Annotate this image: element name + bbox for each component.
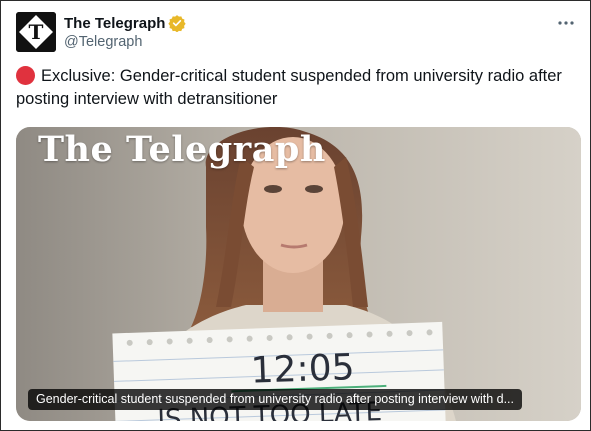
telegraph-masthead: The Telegraph bbox=[38, 129, 326, 170]
telegraph-logo-icon: T bbox=[16, 12, 56, 52]
avatar-letter: T bbox=[29, 20, 44, 44]
tweet-header: T The Telegraph @Telegraph bbox=[16, 12, 578, 54]
avatar[interactable]: T bbox=[16, 12, 56, 52]
tweet-body: Exclusive: Gender-critical student suspe… bbox=[16, 67, 562, 108]
verified-badge-icon bbox=[168, 15, 187, 32]
tweet-media-image[interactable]: 12:05 IS NOT TOO LATE The Telegraph Gend… bbox=[16, 127, 581, 421]
tweet-text: Exclusive: Gender-critical student suspe… bbox=[16, 65, 576, 111]
name-row: The Telegraph bbox=[64, 14, 187, 32]
account-handle[interactable]: @Telegraph bbox=[64, 34, 142, 50]
account-name[interactable]: The Telegraph bbox=[64, 15, 165, 32]
red-circle-icon bbox=[16, 66, 35, 85]
more-options-icon[interactable] bbox=[554, 14, 578, 32]
media-caption: Gender-critical student suspended from u… bbox=[28, 389, 523, 410]
photo: 12:05 IS NOT TOO LATE bbox=[16, 127, 581, 421]
sign-time: 12:05 bbox=[250, 347, 355, 392]
tweet-card[interactable]: T The Telegraph @Telegraph Exclusive: Ge… bbox=[0, 0, 591, 431]
